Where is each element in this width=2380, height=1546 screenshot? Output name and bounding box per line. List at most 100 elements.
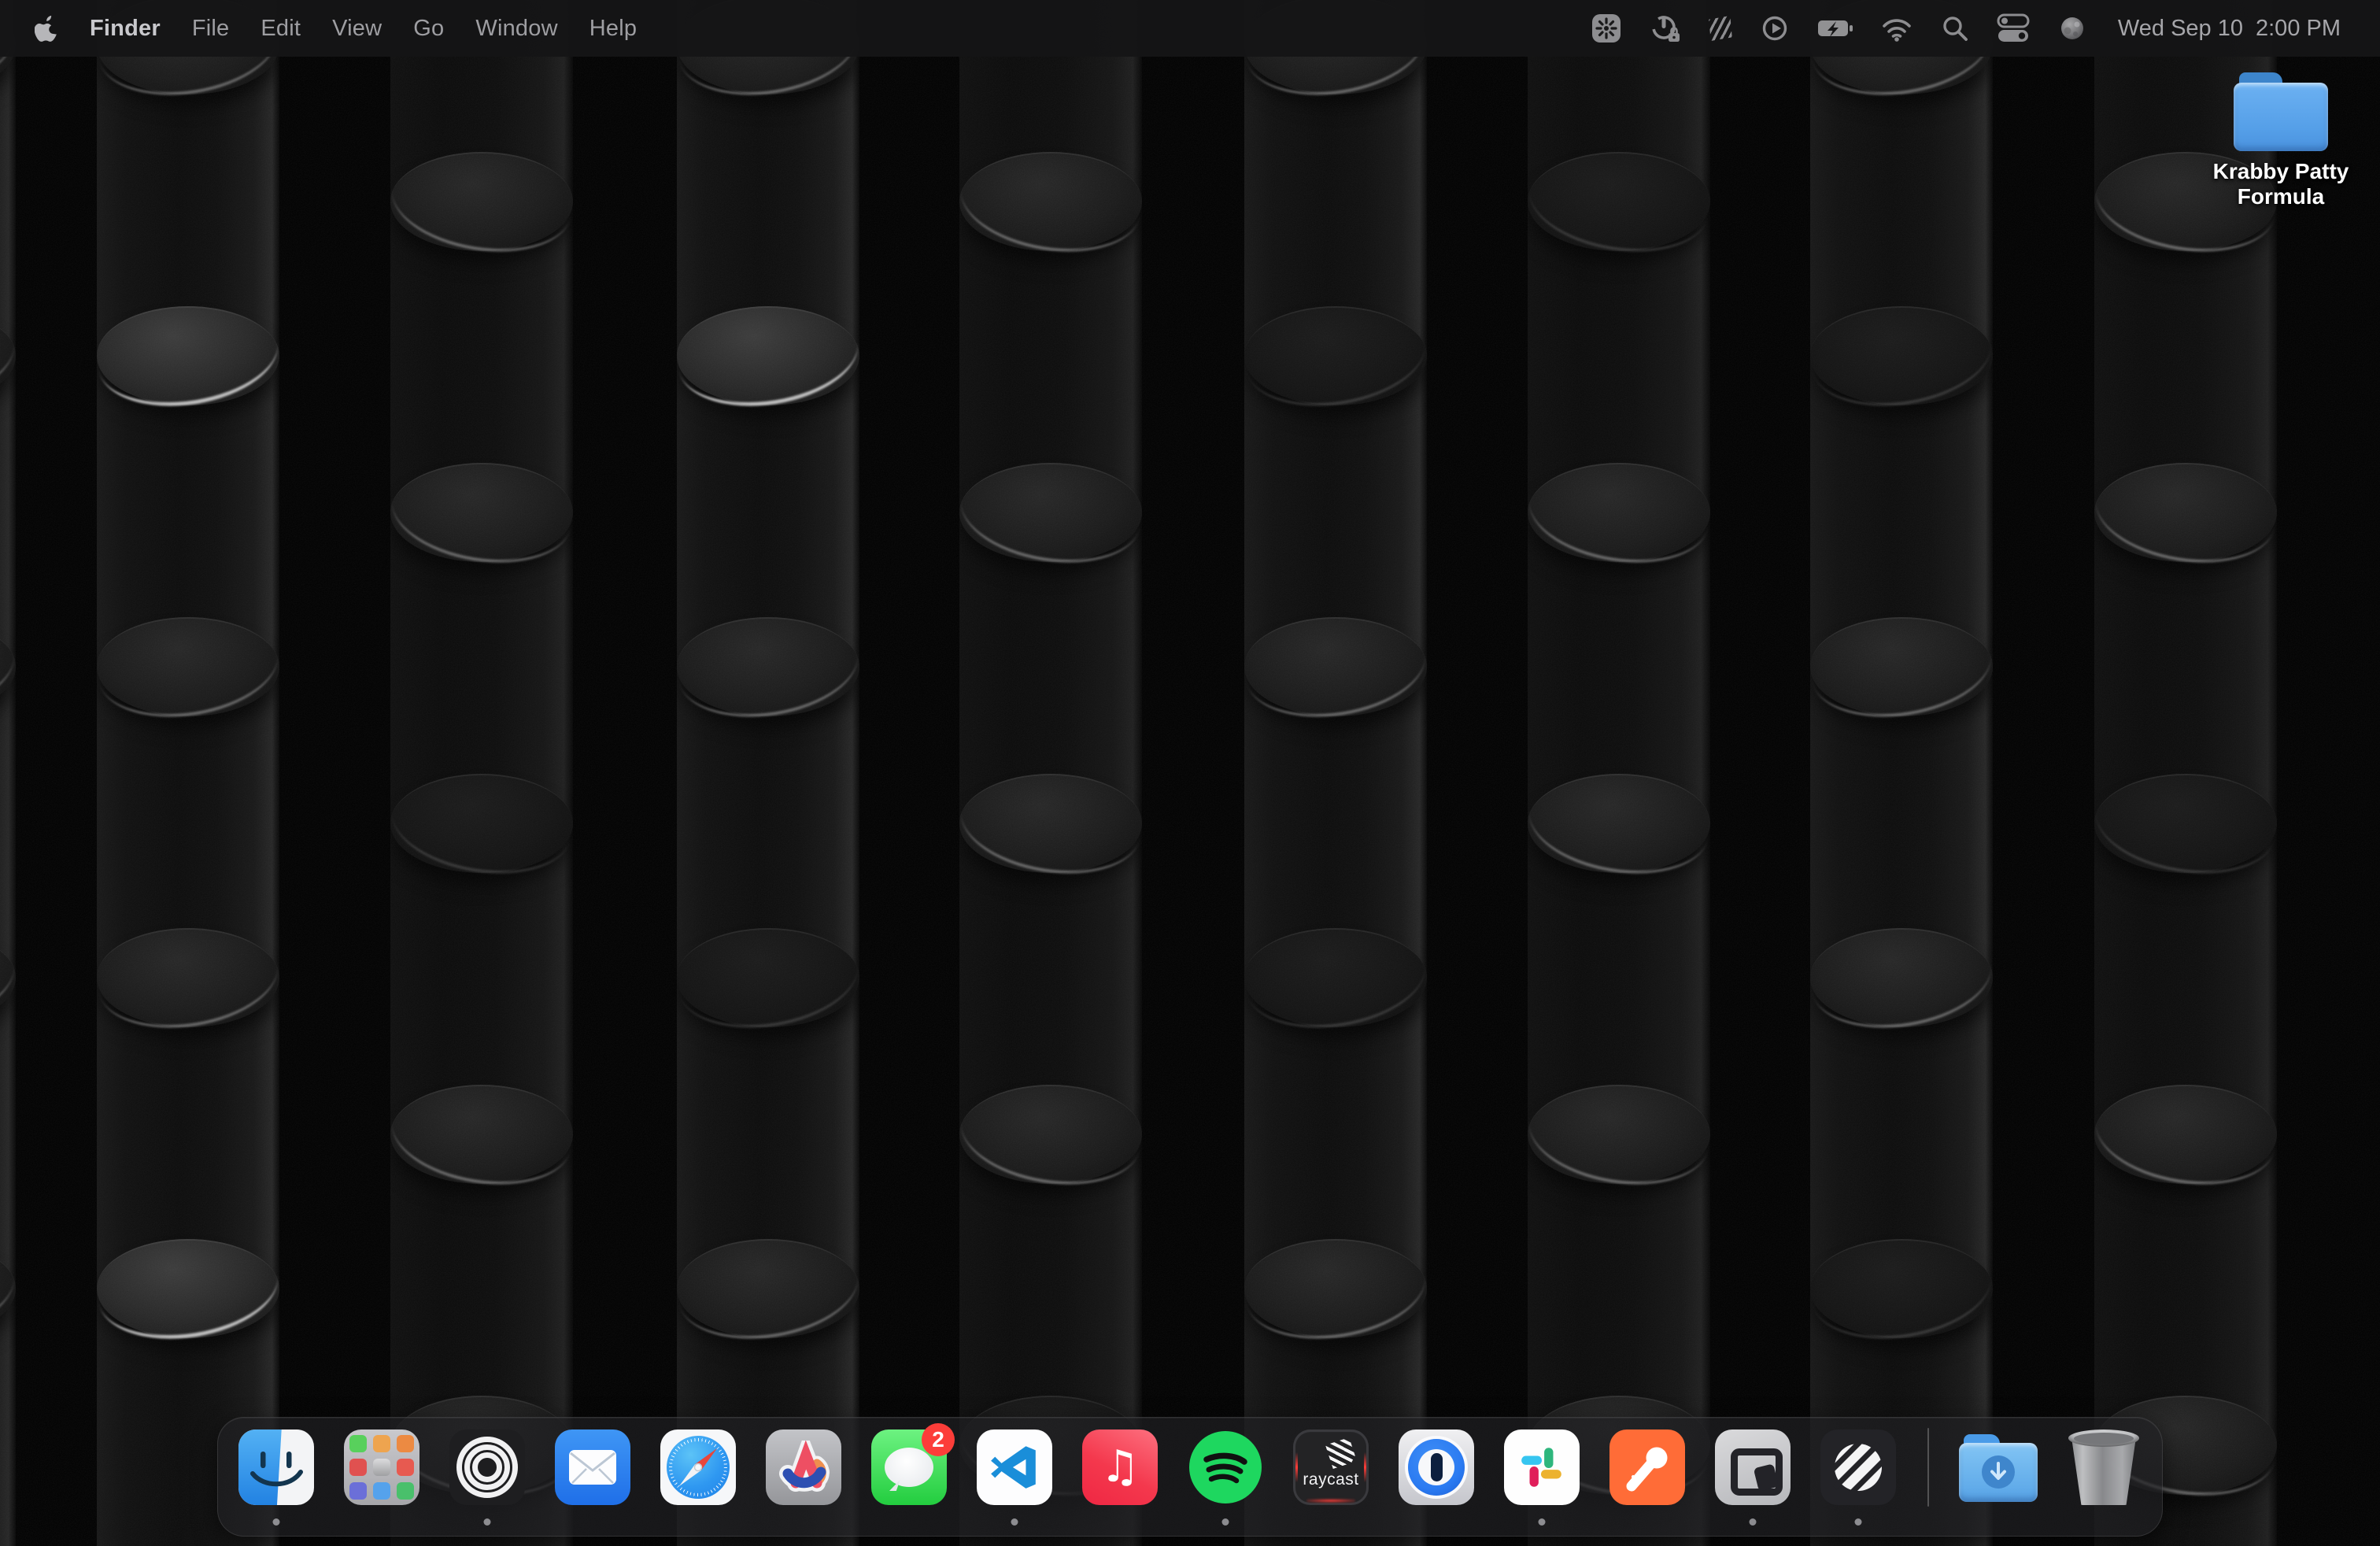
- cylinder-cap: [1528, 152, 1710, 251]
- dock-finder[interactable]: [238, 1429, 314, 1505]
- dock-arc-browser[interactable]: [766, 1429, 841, 1505]
- cylinder-cap: [1528, 1085, 1710, 1184]
- wifi-icon[interactable]: [1880, 14, 1913, 43]
- notification-badge: 2: [922, 1423, 955, 1456]
- arc-browser-icon: [766, 1429, 841, 1505]
- dock-launchpad[interactable]: [344, 1429, 419, 1505]
- concentric-rings-icon: [449, 1429, 525, 1505]
- cylinder-cap: [2094, 1085, 2277, 1184]
- striped-flag-icon[interactable]: [1709, 17, 1732, 40]
- raycast-icon: raycast: [1293, 1429, 1369, 1505]
- cylinder-cap: [677, 306, 859, 405]
- linear-icon: [1820, 1429, 1896, 1505]
- apple-music-icon: ♫: [1082, 1429, 1158, 1505]
- menu-item-file[interactable]: File: [192, 16, 230, 42]
- cylinder-cap: [1810, 928, 1993, 1027]
- menu-clock-time: 2:00 PM: [2256, 16, 2341, 42]
- cylinder-cap: [959, 1085, 1142, 1184]
- power-lock-icon[interactable]: [1649, 12, 1682, 45]
- cylinder-cap: [1244, 617, 1427, 716]
- dock-spotify[interactable]: [1188, 1429, 1263, 1505]
- desktop-wallpaper: [0, 0, 2380, 1546]
- dock-slack[interactable]: [1504, 1429, 1580, 1505]
- dock-divider: [1927, 1428, 1929, 1507]
- cylinder-cap: [0, 928, 16, 1027]
- menu-item-finder[interactable]: Finder: [90, 16, 161, 42]
- safari-icon: [660, 1429, 736, 1505]
- dock-apple-music[interactable]: ♫: [1082, 1429, 1158, 1505]
- cylinder-cap: [677, 1239, 859, 1338]
- dock-vscode[interactable]: [977, 1429, 1052, 1505]
- finder-icon: [238, 1429, 314, 1505]
- cylinder-cap: [0, 306, 16, 405]
- cylinder-cap: [390, 1085, 573, 1184]
- dock-linear[interactable]: [1820, 1429, 1896, 1505]
- launchpad-icon: [344, 1429, 419, 1505]
- cylinder-cap: [97, 928, 279, 1027]
- wallpaper-column: [959, 0, 1142, 1546]
- menu-item-window[interactable]: Window: [475, 16, 557, 42]
- menu-item-view[interactable]: View: [332, 16, 382, 42]
- cylinder-cap: [0, 617, 16, 716]
- dock-zed[interactable]: [1715, 1429, 1791, 1505]
- dock-raycast[interactable]: raycast: [1293, 1429, 1369, 1505]
- sphere-assistant-icon[interactable]: [2057, 13, 2088, 44]
- now-playing-icon[interactable]: [1759, 13, 1791, 44]
- wallpaper-column: [1810, 0, 1993, 1546]
- trash-icon: [2066, 1429, 2142, 1505]
- dock-downloads-folder[interactable]: [1961, 1429, 2036, 1505]
- menu-bar-left: Finder File Edit View Go Window Help: [35, 14, 637, 43]
- keyhole-glyph: [1431, 1453, 1443, 1481]
- cylinder-cap: [97, 1239, 279, 1338]
- wallpaper-column: [390, 0, 573, 1546]
- cylinder-cap: [390, 152, 573, 251]
- cylinder-cap: [1528, 774, 1710, 873]
- dock-messages[interactable]: 2: [871, 1429, 947, 1505]
- cylinder-cap: [390, 463, 573, 562]
- wallpaper-column: [2094, 0, 2277, 1546]
- apple-menu-icon[interactable]: [35, 14, 58, 43]
- menu-item-edit[interactable]: Edit: [261, 16, 301, 42]
- cylinder-cap: [1810, 1239, 1993, 1338]
- vscode-icon: [977, 1429, 1052, 1505]
- music-note-glyph: ♫: [1100, 1445, 1140, 1489]
- cylinder-cap: [97, 306, 279, 405]
- cylinder-cap: [1244, 928, 1427, 1027]
- control-center-icon[interactable]: [1997, 12, 2030, 45]
- cylinder-cap: [1244, 306, 1427, 405]
- dock: 2 ♫ ray: [217, 1417, 2163, 1537]
- raycast-logo: [1325, 1437, 1357, 1469]
- desktop-folder-krabby-patty-formula[interactable]: Krabby Patty Formula: [2203, 72, 2359, 210]
- menu-clock[interactable]: Wed Sep 10 2:00 PM: [2118, 16, 2341, 42]
- postman-icon: [1609, 1429, 1685, 1505]
- cylinder-cap: [1244, 1239, 1427, 1338]
- dock-safari[interactable]: [660, 1429, 736, 1505]
- menu-item-help[interactable]: Help: [589, 16, 637, 42]
- menu-clock-date: Wed Sep 10: [2118, 16, 2243, 42]
- dock-rings-app[interactable]: [449, 1429, 525, 1505]
- cylinder-cap: [677, 617, 859, 716]
- cylinder-cap: [1528, 463, 1710, 562]
- cylinder-cap: [959, 774, 1142, 873]
- zed-icon: [1715, 1429, 1791, 1505]
- battery-charging-icon[interactable]: [1817, 15, 1853, 42]
- starburst-icon[interactable]: [1591, 13, 1622, 44]
- dock-1password[interactable]: [1399, 1429, 1474, 1505]
- dock-postman[interactable]: [1609, 1429, 1685, 1505]
- wallpaper-column: [1528, 0, 1710, 1546]
- folder-icon: [2234, 72, 2328, 151]
- wallpaper-noise: [0, 0, 2380, 1546]
- folder-label: Krabby Patty Formula: [2208, 159, 2354, 210]
- cylinder-cap: [677, 928, 859, 1027]
- cylinder-cap: [2094, 774, 2277, 873]
- dock-mail[interactable]: [555, 1429, 630, 1505]
- menu-item-go[interactable]: Go: [413, 16, 444, 42]
- menu-bar: Finder File Edit View Go Window Help: [0, 0, 2380, 57]
- spotlight-search-icon[interactable]: [1940, 13, 1970, 43]
- slack-icon: [1504, 1429, 1580, 1505]
- cylinder-cap: [0, 1239, 16, 1338]
- dock-trash[interactable]: [2066, 1429, 2142, 1505]
- cylinder-cap: [97, 617, 279, 716]
- cylinder-cap: [2094, 463, 2277, 562]
- wallpaper-column: [677, 0, 859, 1546]
